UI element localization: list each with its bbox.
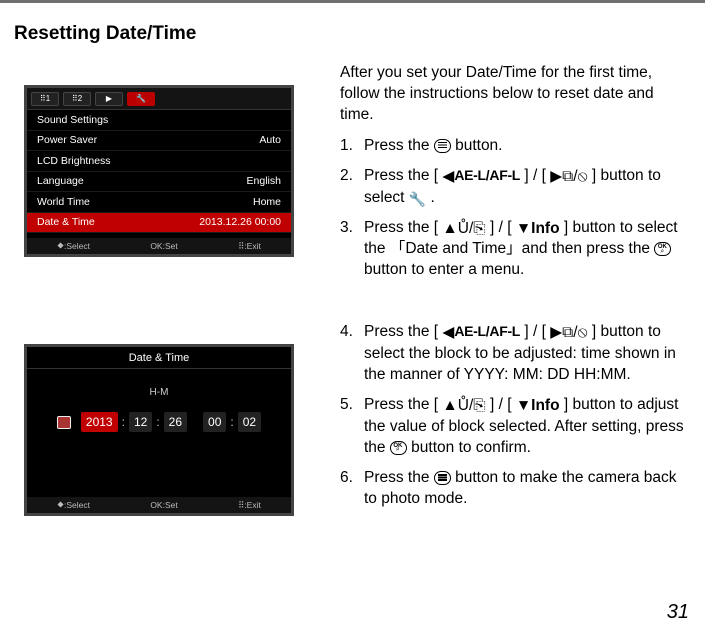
dt-separator: : [230, 415, 233, 429]
up-icon: ▲Ů/⎘ [442, 219, 485, 240]
lcd-datetime-screenshot: Date & Time H-M 2013:12:2600:02 ⯁:Select… [24, 344, 294, 516]
step-4: 4. Press the [ ◀AE-L/AF-L ] / [ ▶⧉/⦸ ] b… [340, 322, 691, 386]
step-1: 1. Press the button. [340, 136, 691, 157]
left-icon: ◀ [442, 323, 454, 344]
page-title: Resetting Date/Time [14, 23, 691, 45]
lcd2-bbar-exit: ⠿:Exit [238, 500, 261, 511]
step-3: 3. Press the [ ▲Ů/⎘ ] / [ ▼Info ] button… [340, 218, 691, 282]
lcd-tab-wrench: 🔧 [127, 92, 155, 106]
lcd2-bbar-set: OK:Set [150, 500, 177, 510]
lcd-menu-row: Sound Settings [27, 110, 291, 131]
page-number: 31 [667, 601, 689, 624]
intro-text: After you set your Date/Time for the fir… [340, 63, 691, 126]
ok-button-icon [390, 441, 407, 455]
ok-button-icon [654, 242, 671, 256]
lcd-menu-row: LCD Brightness [27, 151, 291, 172]
lcd-settings-screenshot: ⠿1 ⠿2 ▶ 🔧 Sound SettingsPower SaverAutoL… [24, 85, 294, 257]
left-icon: ◀ [442, 167, 454, 188]
lcd-menu-row: Power SaverAuto [27, 131, 291, 152]
dt-block: 12 [129, 412, 152, 432]
top-stripe [0, 0, 705, 3]
wrench-icon: 🔧 [409, 190, 426, 209]
lcd-tab-2: ⠿2 [63, 92, 91, 106]
lcd-tab-1: ⠿1 [31, 92, 59, 106]
dt-block: 2013 [81, 412, 118, 432]
menu-button-icon [434, 139, 451, 153]
right-icon: ▶⧉/⦸ [550, 323, 587, 344]
lcd2-hm-label: H-M [27, 387, 291, 398]
down-icon: ▼Info [516, 396, 560, 417]
dt-block: 02 [238, 412, 261, 432]
lcd-menu-row: World TimeHome [27, 192, 291, 213]
dt-block: 00 [203, 412, 226, 432]
step-6: 6. Press the button to make the camera b… [340, 468, 691, 510]
step-5: 5. Press the [ ▲Ů/⎘ ] / [ ▼Info ] button… [340, 395, 691, 459]
right-icon: ▶⧉/⦸ [550, 167, 587, 188]
dt-separator: : [156, 415, 159, 429]
lcd-menu-row: Date & Time2013.12.26 00:00 [27, 213, 291, 234]
lcd-bbar-exit: ⠿:Exit [238, 241, 261, 252]
down-icon: ▼Info [516, 219, 560, 240]
step-2: 2. Press the [ ◀AE-L/AF-L ] / [ ▶⧉/⦸ ] b… [340, 166, 691, 209]
dt-block: 26 [164, 412, 187, 432]
lcd-bbar-set: OK:Set [150, 241, 177, 251]
lcd2-bbar-select: ⯁:Select [57, 500, 90, 511]
lcd-tab-play: ▶ [95, 92, 123, 106]
menu-button-icon [434, 471, 451, 485]
lcd2-title: Date & Time [27, 347, 291, 369]
calendar-icon [57, 416, 71, 429]
up-icon: ▲Ů/⎘ [442, 396, 485, 417]
dt-separator: : [122, 415, 125, 429]
lcd-menu-row: LanguageEnglish [27, 172, 291, 193]
lcd-bbar-select: ⯁:Select [57, 241, 90, 252]
